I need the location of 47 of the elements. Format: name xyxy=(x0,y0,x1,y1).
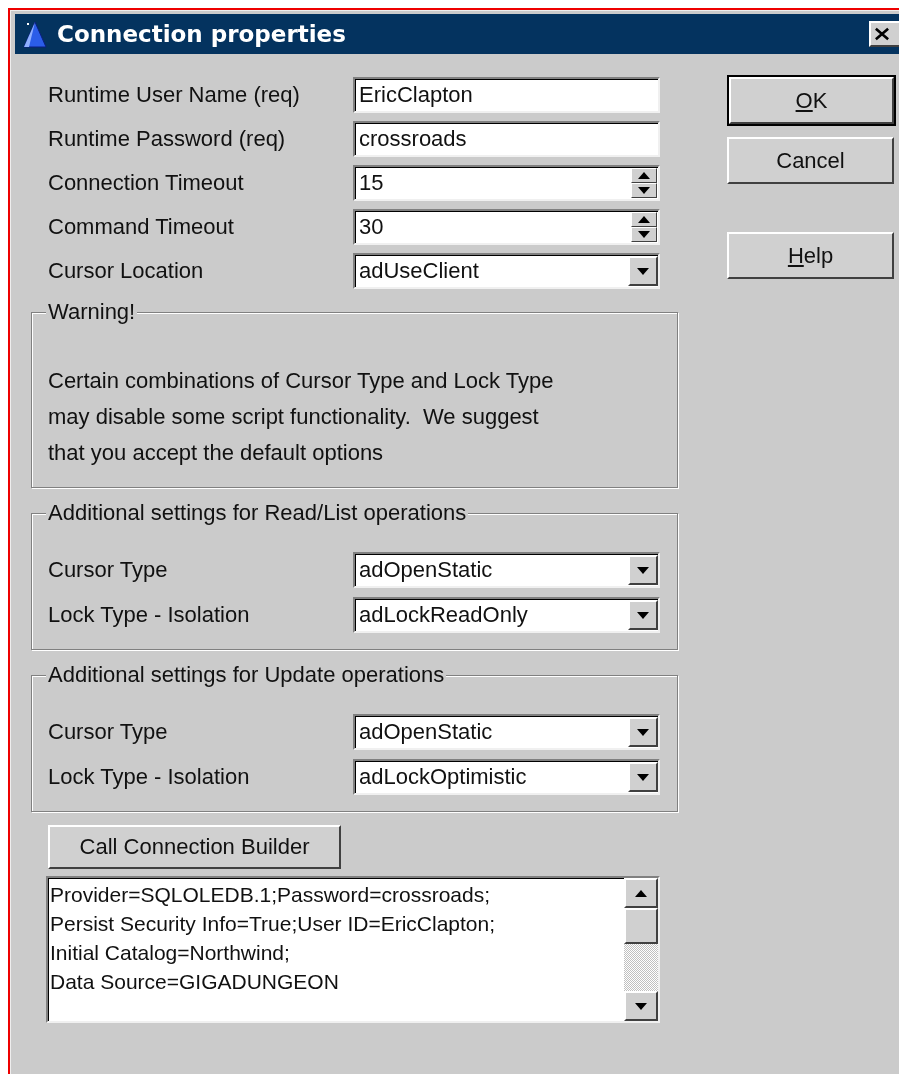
up-arrow-icon xyxy=(635,889,647,897)
down-arrow-icon xyxy=(637,728,649,736)
dropdown-field[interactable]: adOpenStatic xyxy=(353,552,660,588)
window-title: Connection properties xyxy=(57,21,347,47)
dialog-button[interactable]: Help xyxy=(727,232,894,279)
field-label: Lock Type - Isolation xyxy=(48,602,251,628)
up-arrow-icon xyxy=(638,216,650,223)
field-label: Cursor Type xyxy=(48,557,169,583)
dropdown-button[interactable] xyxy=(628,762,658,792)
spin-buttons[interactable] xyxy=(631,168,657,198)
connection-string-field[interactable]: Provider=SQLOLEDB.1;Password=crossroads; Persist Security Info=True;User ID=EricClapton; Initial Catalog=Northwind; Data Source=GIGADUNGEON xyxy=(46,876,660,1023)
pyramid-icon xyxy=(23,20,47,48)
spin-field[interactable]: 30 xyxy=(353,209,660,245)
dropdown-button[interactable] xyxy=(628,555,658,585)
scrollbar[interactable] xyxy=(624,878,658,1021)
field-label: Cursor Type xyxy=(48,719,169,745)
close-icon xyxy=(875,27,889,41)
text-field[interactable]: crossroads xyxy=(353,121,660,157)
field-label: Lock Type - Isolation xyxy=(48,764,251,790)
field-label: Connection Timeout xyxy=(48,170,245,196)
spin-field[interactable]: 15 xyxy=(353,165,660,201)
field-label: Runtime Password (req) xyxy=(48,126,287,152)
dropdown-button[interactable] xyxy=(628,717,658,747)
dropdown-field[interactable]: adUseClient xyxy=(353,253,660,289)
up-arrow-icon xyxy=(638,172,650,179)
close-button[interactable] xyxy=(869,21,899,47)
down-arrow-icon xyxy=(637,611,649,619)
dropdown-field[interactable]: adLockReadOnly xyxy=(353,597,660,633)
warning-text: Certain combinations of Cursor Type and Lock Type may disable some script functionality. We suggest that you accept the default options xyxy=(48,367,555,467)
down-arrow-icon xyxy=(637,773,649,781)
field-label: Runtime User Name (req) xyxy=(48,82,301,108)
dropdown-field[interactable]: adLockOptimistic xyxy=(353,759,660,795)
down-arrow-icon xyxy=(635,1002,647,1010)
text-field[interactable]: EricClapton xyxy=(353,77,660,113)
dialog-button[interactable]: OK xyxy=(729,77,894,124)
dropdown-field[interactable]: adOpenStatic xyxy=(353,714,660,750)
down-arrow-icon xyxy=(638,231,650,238)
connection-builder-button[interactable]: Call Connection Builder xyxy=(48,825,341,869)
spin-buttons[interactable] xyxy=(631,212,657,242)
down-arrow-icon xyxy=(637,566,649,574)
field-label: Cursor Location xyxy=(48,258,205,284)
down-arrow-icon xyxy=(638,187,650,194)
dropdown-button[interactable] xyxy=(628,256,658,286)
dropdown-button[interactable] xyxy=(628,600,658,630)
field-label: Command Timeout xyxy=(48,214,235,240)
dialog-button[interactable]: Cancel xyxy=(727,137,894,184)
down-arrow-icon xyxy=(637,267,649,275)
